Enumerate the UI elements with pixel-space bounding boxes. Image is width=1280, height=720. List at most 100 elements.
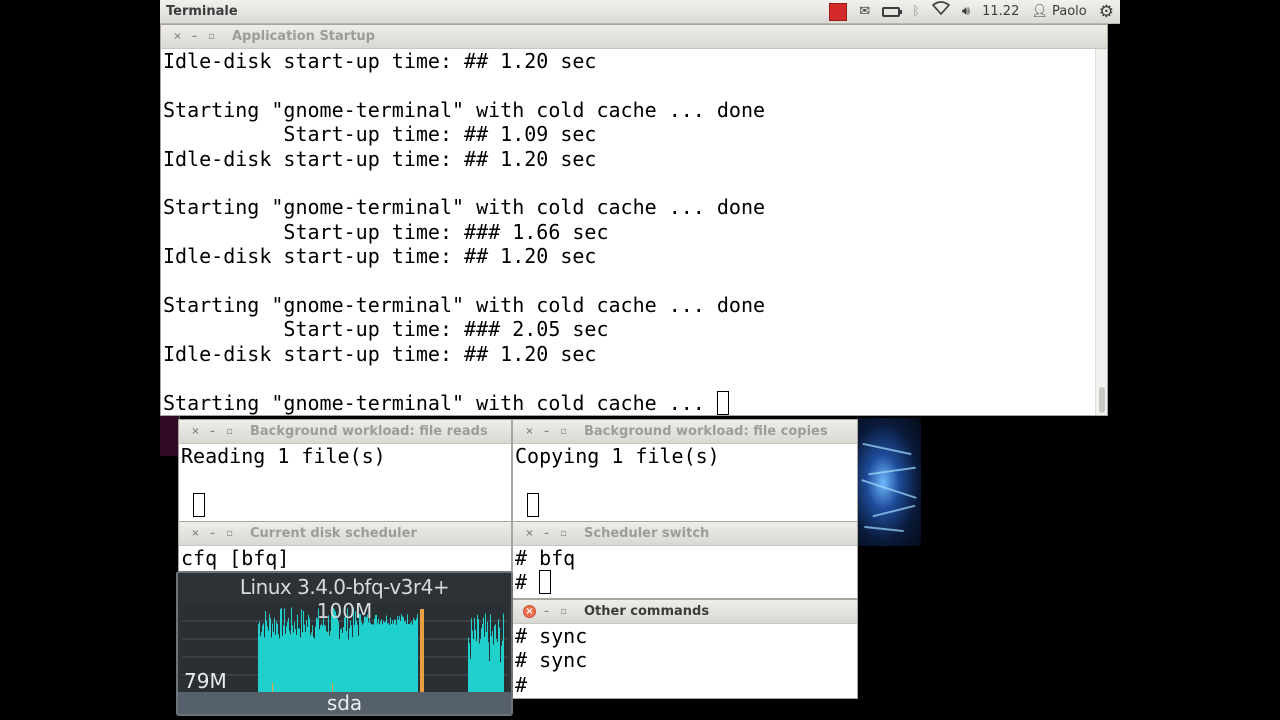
close-icon[interactable]: ×: [523, 425, 536, 438]
terminal-line: #: [515, 672, 528, 697]
close-icon[interactable]: ×: [171, 30, 184, 43]
graph-bar: [323, 612, 324, 695]
graph-bar: [485, 613, 486, 695]
graph-bar: [343, 627, 344, 695]
graph-bar: [389, 624, 390, 695]
application-startup-titlebar[interactable]: × – ▫ Application Startup: [161, 25, 1107, 49]
graph-bar: [394, 619, 395, 695]
maximize-icon[interactable]: ▫: [557, 605, 570, 618]
close-icon[interactable]: ×: [189, 425, 202, 438]
maximize-icon[interactable]: ▫: [205, 30, 218, 43]
app-menu-title[interactable]: Terminale: [160, 4, 829, 19]
file-reads-output[interactable]: Reading 1 file(s): [179, 444, 511, 517]
desktop-wallpaper: [858, 418, 921, 546]
maximize-icon[interactable]: ▫: [557, 425, 570, 438]
graph-bar: [294, 621, 295, 695]
graph-bar: [327, 632, 328, 695]
close-icon[interactable]: ×: [523, 527, 536, 540]
disk-activity-monitor[interactable]: Linux 3.4.0-bfq-v3r4+ 100M 79M sda: [176, 571, 513, 716]
file-copies-titlebar[interactable]: × – ▫ Background workload: file copies: [513, 420, 857, 444]
graph-bar: [368, 622, 369, 695]
close-icon[interactable]: ×: [523, 605, 536, 618]
file-reads-window[interactable]: × – ▫ Background workload: file reads Re…: [178, 419, 512, 522]
file-copies-window[interactable]: × – ▫ Background workload: file copies C…: [512, 419, 858, 522]
graph-bar: [469, 643, 470, 695]
file-copies-output[interactable]: Copying 1 file(s): [513, 444, 857, 517]
graph-bar: [416, 618, 417, 695]
scheduler-switch-output[interactable]: # bfq #: [513, 546, 857, 595]
bluetooth-icon[interactable]: ᛒ: [912, 0, 920, 24]
graph-bar: [346, 631, 347, 695]
graph-bar: [357, 624, 358, 695]
wifi-icon[interactable]: [931, 0, 951, 24]
graph-bar: [259, 621, 260, 695]
terminal-line: Start-up time: ## 1.09 sec: [163, 122, 597, 147]
other-commands-titlebar[interactable]: × – ▫ Other commands: [513, 600, 857, 624]
battery-icon[interactable]: [882, 6, 903, 17]
graph-bar: [410, 622, 411, 695]
current-disk-scheduler-output[interactable]: cfq [bfq]: [179, 546, 511, 570]
graph-bar: [375, 615, 376, 695]
application-startup-output[interactable]: Idle-disk start-up time: ## 1.20 sec Sta…: [161, 49, 1107, 415]
record-indicator-icon[interactable]: [829, 2, 848, 21]
terminal-line: # sync: [515, 624, 588, 648]
clock[interactable]: 11.22: [982, 0, 1019, 24]
graph-bar: [379, 624, 380, 695]
maximize-icon[interactable]: ▫: [557, 527, 570, 540]
graph-bar: [388, 623, 389, 695]
minimize-icon[interactable]: –: [206, 527, 219, 540]
user-menu[interactable]: 👤︎ Paolo: [1031, 0, 1086, 24]
graph-bar: [274, 617, 275, 695]
graph-bar: [488, 642, 489, 695]
minimize-icon[interactable]: –: [188, 30, 201, 43]
terminal-cursor: [527, 492, 540, 517]
graph-bar: [298, 628, 299, 695]
graph-bar: [473, 639, 474, 695]
graph-bar: [409, 624, 410, 695]
gear-icon[interactable]: ⚙: [1099, 0, 1114, 24]
close-icon[interactable]: ×: [189, 527, 202, 540]
graph-bar: [489, 661, 490, 695]
graph-bar: [322, 625, 323, 695]
graph-bar: [472, 630, 473, 695]
minimize-icon[interactable]: –: [206, 425, 219, 438]
graph-bar: [480, 639, 481, 695]
other-commands-output[interactable]: # sync # sync #: [513, 624, 857, 697]
graph-bar: [306, 620, 307, 695]
graph-bar: [277, 623, 278, 695]
mail-icon[interactable]: ✉: [859, 0, 870, 24]
graph-bar: [486, 631, 487, 695]
maximize-icon[interactable]: ▫: [223, 527, 236, 540]
kernel-version-label: Linux 3.4.0-bfq-v3r4+: [239, 575, 450, 599]
scheduler-switch-window[interactable]: × – ▫ Scheduler switch # bfq #: [512, 521, 858, 599]
terminal-line: Start-up time: ### 1.66 sec: [163, 219, 609, 244]
scrollbar[interactable]: [1095, 49, 1107, 415]
volume-icon[interactable]: 🔊︎: [962, 0, 970, 24]
terminal-cursor: [539, 570, 552, 595]
graph-bar: [279, 638, 280, 695]
minimize-icon[interactable]: –: [540, 605, 553, 618]
graph-bar: [330, 631, 331, 695]
minimize-icon[interactable]: –: [540, 527, 553, 540]
maximize-icon[interactable]: ▫: [223, 425, 236, 438]
graph-bar: [405, 620, 406, 695]
file-reads-titlebar[interactable]: × – ▫ Background workload: file reads: [179, 420, 511, 444]
minimize-icon[interactable]: –: [540, 425, 553, 438]
window-title: Application Startup: [232, 29, 375, 44]
scrollbar-thumb[interactable]: [1099, 387, 1105, 413]
scheduler-switch-titlebar[interactable]: × – ▫ Scheduler switch: [513, 522, 857, 546]
application-startup-window[interactable]: × – ▫ Application Startup Idle-disk star…: [160, 24, 1108, 416]
graph-bar: [373, 624, 374, 695]
current-disk-scheduler-titlebar[interactable]: × – ▫ Current disk scheduler: [179, 522, 511, 546]
graph-bar: [397, 615, 398, 695]
graph-bar: [411, 621, 412, 695]
graph-bar: [295, 629, 296, 695]
other-commands-window[interactable]: × – ▫ Other commands # sync # sync #: [512, 599, 858, 699]
graph-bar: [352, 637, 353, 695]
graph-bar: [349, 628, 350, 695]
terminal-line: Start-up time: ### 2.05 sec: [163, 317, 609, 342]
graph-bar: [307, 626, 308, 695]
